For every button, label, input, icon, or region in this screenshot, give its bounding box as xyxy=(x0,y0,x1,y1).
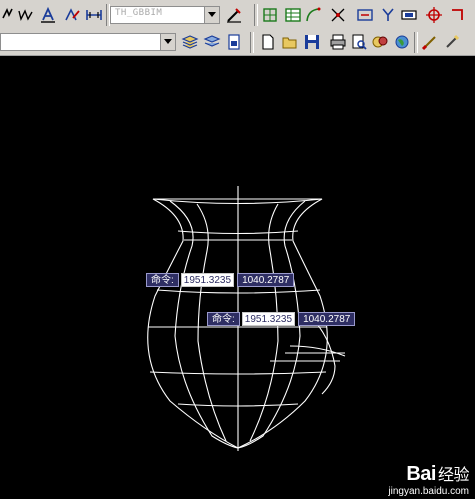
table-icon[interactable] xyxy=(283,5,303,25)
y-coordinate-input[interactable]: 1040.2787 xyxy=(237,273,295,287)
hook-icon[interactable] xyxy=(448,5,468,25)
dimension-icon[interactable] xyxy=(84,5,104,25)
layer-combo-value: TH_GBBIM xyxy=(115,8,163,18)
toolbar-second xyxy=(0,30,475,56)
drawing-canvas[interactable]: 命令: 1951.3235 1040.2787 命令: 1951.3235 10… xyxy=(0,56,475,499)
scatter-icon[interactable] xyxy=(328,5,348,25)
globe-icon[interactable] xyxy=(392,32,412,52)
x-coordinate-input[interactable]: 1951.3235 xyxy=(180,273,235,287)
curve-icon[interactable] xyxy=(303,5,323,25)
command-label: 命令: xyxy=(207,312,240,326)
toolbar-separator xyxy=(250,32,254,53)
text-style-icon[interactable] xyxy=(38,5,58,25)
fork-icon[interactable] xyxy=(378,5,398,25)
command-label: 命令: xyxy=(146,273,179,287)
target-icon[interactable] xyxy=(424,5,444,25)
document-icon[interactable] xyxy=(224,32,244,52)
tag-icon[interactable] xyxy=(355,5,375,25)
layer-combo[interactable]: TH_GBBIM xyxy=(110,6,220,24)
watermark: Bai 经验 jingyan.baidu.com xyxy=(388,461,469,497)
arc-text-icon[interactable] xyxy=(62,5,82,25)
save-icon[interactable] xyxy=(302,32,322,52)
y-coordinate-input[interactable]: 1040.2787 xyxy=(298,312,356,326)
watermark-url: jingyan.baidu.com xyxy=(388,486,469,497)
pen-slash-icon[interactable] xyxy=(224,5,244,25)
grid-bracket-icon[interactable] xyxy=(260,5,280,25)
render-icon[interactable] xyxy=(370,32,390,52)
layers-icon[interactable] xyxy=(180,32,200,52)
new-file-icon[interactable] xyxy=(258,32,278,52)
box-icon[interactable] xyxy=(399,5,419,25)
preview-icon[interactable] xyxy=(349,32,369,52)
watermark-logo: Bai 经验 xyxy=(406,463,469,485)
paint-icon[interactable] xyxy=(442,32,462,52)
toolbar-separator xyxy=(254,4,258,26)
chevron-down-icon[interactable] xyxy=(204,7,219,23)
x-coordinate-input[interactable]: 1951.3235 xyxy=(241,312,296,326)
open-folder-icon[interactable] xyxy=(280,32,300,52)
wave-icon[interactable] xyxy=(16,5,36,25)
print-icon[interactable] xyxy=(328,32,348,52)
toolbar-top: TH_GBBIM xyxy=(0,0,475,31)
chevron-down-icon[interactable] xyxy=(160,34,175,50)
toolbar-separator xyxy=(414,32,418,53)
linetype-combo[interactable] xyxy=(0,33,176,51)
brush-icon[interactable] xyxy=(420,32,440,52)
stack-icon[interactable] xyxy=(202,32,222,52)
coordinate-tooltip: 命令: 1951.3235 1040.2787 xyxy=(207,312,356,326)
coordinate-tooltip: 命令: 1951.3235 1040.2787 xyxy=(146,273,295,287)
